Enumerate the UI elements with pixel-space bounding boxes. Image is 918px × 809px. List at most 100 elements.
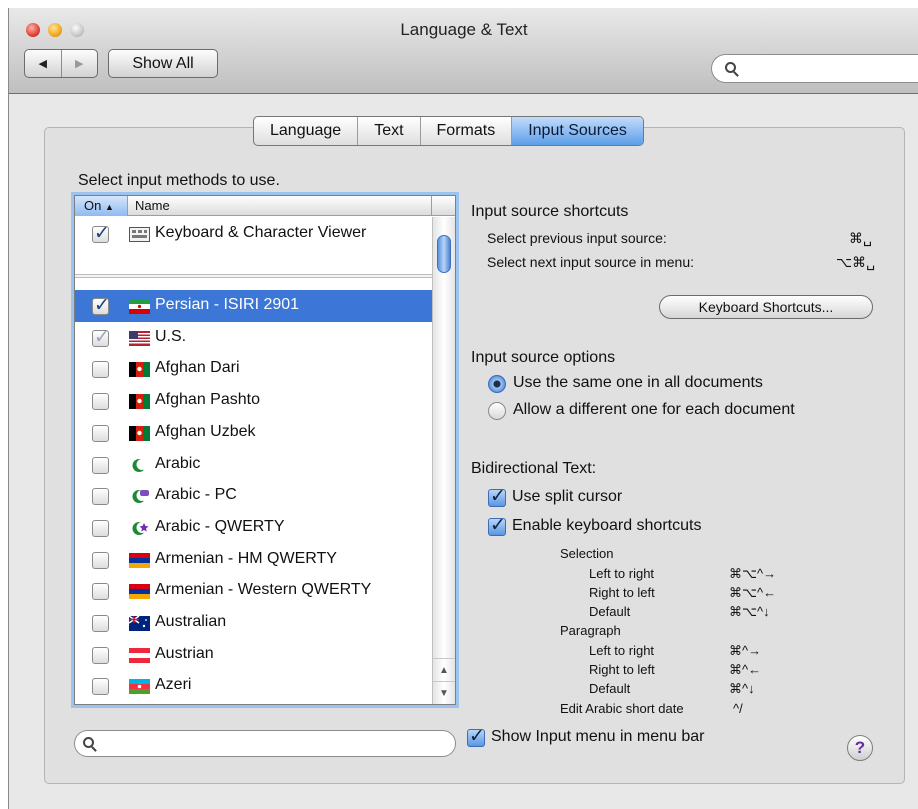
- keyboard-shortcuts-label: Enable keyboard shortcuts: [512, 517, 702, 534]
- keyboard-shortcuts-button[interactable]: Keyboard Shortcuts...: [659, 295, 873, 319]
- different-source-radio[interactable]: [488, 402, 506, 420]
- scroll-down-arrow-icon[interactable]: ▼: [433, 681, 455, 704]
- arabic-date-label: Edit Arabic short date: [560, 701, 684, 716]
- paragraph-default-keys: ⌘^↓: [729, 681, 755, 696]
- next-source-keys: ⌥⌘␣: [836, 254, 876, 270]
- shortcuts-title: Input source shortcuts: [471, 203, 629, 220]
- enable-checkbox[interactable]: [92, 678, 109, 695]
- tab-formats[interactable]: Formats: [419, 117, 512, 145]
- tab-bar: Language Text Formats Input Sources: [253, 116, 644, 146]
- arabic-date-keys: ^/: [733, 701, 743, 716]
- paragraph-ltr-keys: ⌘^→: [729, 643, 762, 658]
- enable-checkbox[interactable]: [92, 520, 109, 537]
- show-input-menu-checkbox[interactable]: [467, 725, 485, 748]
- list-item[interactable]: Afghan Dari: [75, 353, 432, 385]
- selection-default-keys: ⌘⌥^↓: [729, 604, 770, 619]
- list-item-label: Armenian - HM QWERTY: [155, 550, 337, 567]
- list-item[interactable]: Australian: [75, 607, 432, 639]
- column-header-on[interactable]: On ▲: [75, 196, 128, 216]
- selection-rtl-keys: ⌘⌥^←: [729, 585, 777, 600]
- split-cursor-label: Use split cursor: [512, 488, 623, 505]
- help-button[interactable]: ?: [847, 735, 873, 761]
- list-item[interactable]: Arabic: [75, 449, 432, 481]
- list-item-keyboard-viewer[interactable]: Keyboard & Character Viewer: [75, 218, 432, 250]
- paragraph-default-label: Default: [589, 681, 631, 696]
- enable-checkbox[interactable]: [92, 294, 110, 317]
- selection-ltr-label: Left to right: [589, 566, 655, 581]
- back-button[interactable]: ◀: [25, 50, 61, 77]
- forward-button[interactable]: ▶: [60, 50, 98, 77]
- input-source-search-input[interactable]: [74, 730, 456, 757]
- selection-rtl-label: Right to left: [589, 585, 655, 600]
- selection-ltr-keys: ⌘⌥^→: [729, 566, 777, 581]
- list-item-label: Afghan Uzbek: [155, 423, 256, 440]
- list-item-label: Azeri: [155, 676, 192, 693]
- list-item[interactable]: Armenian - HM QWERTY: [75, 544, 432, 576]
- enable-checkbox[interactable]: [92, 326, 110, 349]
- show-all-button[interactable]: Show All: [108, 49, 218, 78]
- prev-source-label: Select previous input source:: [487, 230, 667, 246]
- enable-checkbox[interactable]: [92, 552, 109, 569]
- enable-checkbox[interactable]: [92, 425, 109, 442]
- enable-checkbox[interactable]: [92, 457, 109, 474]
- list-item[interactable]: Azeri: [75, 670, 432, 702]
- enable-checkbox[interactable]: [92, 647, 109, 664]
- list-item-label: Austrian: [155, 645, 214, 662]
- list-header: On ▲ Name: [75, 196, 455, 216]
- column-header-name[interactable]: Name: [135, 196, 170, 216]
- flag-afghanistan-icon: [129, 426, 150, 441]
- same-source-label: Use the same one in all documents: [513, 374, 763, 391]
- list-item[interactable]: Armenian - Western QWERTY: [75, 575, 432, 607]
- input-methods-list[interactable]: On ▲ Name Keyboard & Character Viewer Pe…: [71, 192, 459, 708]
- flag-australia-icon: [129, 616, 150, 631]
- back-arrow-icon: ◀: [38, 58, 47, 70]
- list-item-label: Afghan Dari: [155, 359, 240, 376]
- list-item-label: Persian - ISIRI 2901: [155, 296, 300, 313]
- list-item[interactable]: U.S.: [75, 322, 432, 354]
- split-cursor-checkbox[interactable]: [488, 485, 506, 508]
- flag-afghanistan-icon: [129, 362, 150, 377]
- input-methods-prompt: Select input methods to use.: [78, 172, 280, 189]
- list-item[interactable]: Arabic - PC: [75, 480, 432, 512]
- list-item-label: U.S.: [155, 328, 187, 345]
- header-divider: [431, 196, 432, 216]
- scroll-up-arrow-icon[interactable]: ▲: [433, 658, 455, 681]
- sort-ascending-icon: ▲: [104, 202, 114, 212]
- scrollbar-thumb[interactable]: [437, 235, 451, 273]
- list-item[interactable]: Austrian: [75, 639, 432, 671]
- flag-afghanistan-icon: [129, 394, 150, 409]
- show-input-menu-label: Show Input menu in menu bar: [491, 728, 705, 745]
- forward-arrow-icon: ▶: [75, 58, 84, 70]
- preferences-window: Language & Text ◀ ▶ Show All Language Te…: [8, 8, 918, 809]
- list-item-label: Keyboard & Character Viewer: [155, 224, 367, 241]
- preferences-search-input[interactable]: [711, 54, 918, 83]
- flag-iran-icon: [129, 299, 150, 314]
- list-item-label: Armenian - Western QWERTY: [155, 581, 372, 598]
- list-item-label: Arabic - PC: [155, 486, 237, 503]
- enable-checkbox[interactable]: [92, 615, 109, 632]
- search-icon: [83, 737, 94, 748]
- tab-language[interactable]: Language: [254, 117, 357, 145]
- same-source-radio[interactable]: [488, 375, 506, 393]
- enable-checkbox[interactable]: [92, 583, 109, 600]
- keyboard-viewer-icon: [129, 227, 150, 242]
- enable-checkbox[interactable]: [92, 393, 109, 410]
- flag-armenia-icon: [129, 553, 150, 568]
- list-item[interactable]: Afghan Pashto: [75, 385, 432, 417]
- enable-checkbox[interactable]: [92, 488, 109, 505]
- keyboard-viewer-checkbox[interactable]: [92, 222, 110, 245]
- tab-input-sources[interactable]: Input Sources: [511, 117, 643, 145]
- list-item[interactable]: Arabic - QWERTY: [75, 512, 432, 544]
- enable-checkbox[interactable]: [92, 361, 109, 378]
- title-bar: Language & Text ◀ ▶ Show All: [9, 8, 918, 94]
- list-item-label: Arabic: [155, 455, 201, 472]
- list-item[interactable]: Persian - ISIRI 2901: [75, 290, 432, 322]
- selection-default-label: Default: [589, 604, 631, 619]
- list-scrollbar[interactable]: ▲ ▼: [432, 217, 455, 704]
- different-source-label: Allow a different one for each document: [513, 401, 795, 418]
- paragraph-rtl-label: Right to left: [589, 662, 655, 677]
- flag-armenia-icon: [129, 584, 150, 599]
- keyboard-shortcuts-checkbox[interactable]: [488, 514, 506, 537]
- tab-text[interactable]: Text: [357, 117, 419, 145]
- list-item[interactable]: Afghan Uzbek: [75, 417, 432, 449]
